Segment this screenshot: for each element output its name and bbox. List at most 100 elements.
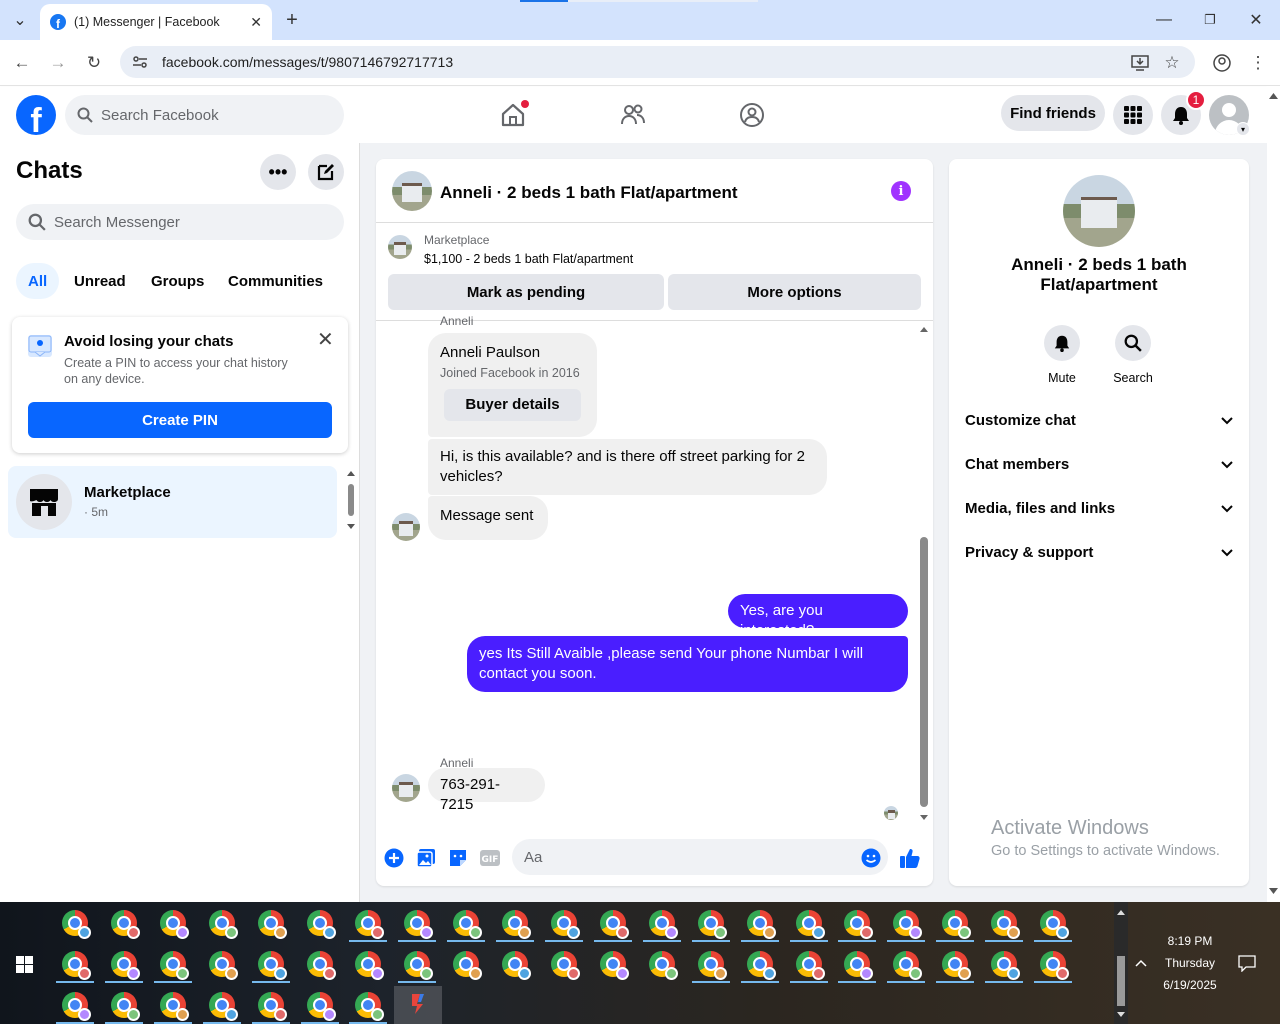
site-info-icon[interactable] (132, 54, 148, 70)
chrome-profile-icon[interactable] (746, 910, 776, 939)
chrome-profile-icon[interactable] (746, 951, 776, 980)
profile-icon[interactable] (1211, 52, 1233, 74)
info-icon[interactable]: i (891, 181, 911, 201)
back-icon[interactable]: ← (11, 52, 33, 74)
home-icon[interactable] (497, 99, 529, 131)
more-options-icon[interactable]: ••• (260, 154, 296, 190)
chrome-profile-icon[interactable] (795, 951, 825, 980)
chat-members-row[interactable]: Chat members (965, 452, 1233, 476)
browser-tab[interactable]: f (1) Messenger | Facebook ✕ (40, 4, 272, 40)
url-bar[interactable]: facebook.com/messages/t/9807146792717713 (120, 46, 1195, 78)
new-message-icon[interactable] (308, 154, 344, 190)
chrome-profile-icon[interactable] (453, 951, 483, 980)
chrome-profile-icon[interactable] (1040, 910, 1069, 939)
chrome-profile-icon[interactable] (502, 951, 532, 980)
menu-grid-icon[interactable] (1113, 95, 1153, 135)
chrome-profile-icon[interactable] (110, 992, 140, 1021)
restore-icon[interactable]: ❐ (1199, 9, 1221, 31)
chrome-profile-icon[interactable] (404, 951, 434, 980)
sender-avatar[interactable] (392, 774, 420, 802)
account-chevron-down-icon[interactable]: ▾ (1236, 122, 1250, 136)
chrome-profile-icon[interactable] (844, 951, 874, 980)
create-pin-button[interactable]: Create PIN (28, 402, 332, 438)
emoji-icon[interactable] (860, 847, 882, 869)
customize-chat-row[interactable]: Customize chat (965, 408, 1233, 432)
chrome-profile-icon[interactable] (62, 992, 91, 1021)
notification-center-icon[interactable] (1238, 954, 1256, 977)
chrome-profile-icon[interactable] (795, 910, 825, 939)
chrome-profile-icon[interactable] (502, 910, 532, 939)
chrome-profile-icon[interactable] (110, 910, 140, 939)
chrome-profile-icon[interactable] (208, 910, 238, 939)
chrome-profile-icon[interactable] (991, 910, 1021, 939)
chrome-profile-icon[interactable] (306, 992, 336, 1021)
gif-icon[interactable]: GIF (479, 847, 501, 869)
chrome-profile-icon[interactable] (942, 951, 972, 980)
search-action[interactable]: Search (1103, 325, 1163, 385)
chrome-profile-icon[interactable] (599, 910, 629, 939)
chrome-profile-icon[interactable] (257, 992, 287, 1021)
sticker-icon[interactable] (447, 847, 469, 869)
messenger-search-input[interactable]: Search Messenger (16, 204, 344, 240)
close-window-icon[interactable]: ✕ (1245, 9, 1267, 31)
message-input[interactable]: Aa (512, 839, 888, 875)
chrome-profile-icon[interactable] (942, 910, 972, 939)
chrome-profile-icon[interactable] (62, 910, 91, 939)
filter-communities[interactable]: Communities (216, 263, 335, 299)
chrome-profile-icon[interactable] (648, 910, 678, 939)
chrome-profile-icon[interactable] (110, 951, 140, 980)
chrome-profile-icon[interactable] (404, 910, 434, 939)
bookmark-star-icon[interactable]: ☆ (1161, 52, 1183, 74)
chrome-profile-icon[interactable] (697, 951, 727, 980)
friends-icon[interactable] (617, 99, 649, 131)
listing-profile-image[interactable] (1063, 175, 1135, 247)
mark-as-pending-button[interactable]: Mark as pending (388, 274, 664, 310)
chrome-profile-icon[interactable] (697, 910, 727, 939)
chrome-profile-icon[interactable] (257, 910, 287, 939)
more-options-button[interactable]: More options (668, 274, 921, 310)
taskbar-scrollbar[interactable] (1114, 902, 1128, 1024)
chat-list-item[interactable]: Marketplace · 5m (8, 466, 337, 538)
chrome-profile-icon[interactable] (159, 910, 189, 939)
chrome-profile-icon[interactable] (991, 951, 1021, 980)
listing-price-title[interactable]: $1,100 - 2 beds 1 bath Flat/apartment (424, 252, 633, 266)
facebook-logo-icon[interactable]: f (16, 95, 56, 135)
chrome-profile-icon[interactable] (62, 951, 91, 980)
chrome-profile-icon[interactable] (208, 951, 238, 980)
filter-all[interactable]: All (16, 263, 60, 299)
chrome-profile-icon[interactable] (355, 992, 385, 1021)
chrome-profile-icon[interactable] (306, 951, 336, 980)
chrome-profile-icon[interactable] (844, 910, 874, 939)
page-scrollbar[interactable] (1267, 87, 1280, 902)
chrome-profile-icon[interactable] (159, 992, 189, 1021)
chrome-profile-icon[interactable] (551, 910, 580, 939)
chrome-profile-icon[interactable] (306, 910, 336, 939)
filter-groups[interactable]: Groups (139, 263, 216, 299)
minimize-icon[interactable]: — (1153, 9, 1175, 31)
windows-start-icon[interactable] (16, 956, 33, 973)
chrome-profile-icon[interactable] (453, 910, 483, 939)
photo-gallery-icon[interactable] (415, 847, 437, 869)
privacy-support-row[interactable]: Privacy & support (965, 540, 1233, 564)
find-friends-button[interactable]: Find friends (1001, 95, 1105, 131)
chrome-profile-icon[interactable] (648, 951, 678, 980)
plus-circle-icon[interactable] (383, 847, 405, 869)
thumbs-up-icon[interactable] (899, 847, 921, 869)
buyer-details-button[interactable]: Buyer details (444, 389, 581, 421)
chrome-profile-icon[interactable] (893, 951, 923, 980)
chrome-profile-icon[interactable] (355, 951, 385, 980)
media-files-links-row[interactable]: Media, files and links (965, 496, 1233, 520)
forward-icon[interactable]: → (47, 52, 69, 74)
mute-action[interactable]: Mute (1032, 325, 1092, 385)
conversation-scrollbar[interactable] (918, 325, 930, 825)
reload-icon[interactable]: ↻ (83, 52, 105, 74)
chrome-profile-icon[interactable] (208, 992, 238, 1021)
groups-icon[interactable] (736, 99, 768, 131)
tab-search-icon[interactable]: ⌄ (9, 9, 31, 31)
system-clock[interactable]: 8:19 PM Thursday 6/19/2025 (1150, 930, 1230, 996)
listing-thumbnail[interactable] (392, 171, 432, 211)
install-app-icon[interactable] (1129, 52, 1151, 74)
close-tab-icon[interactable]: ✕ (250, 14, 262, 31)
chevron-up-icon[interactable] (1135, 954, 1147, 970)
chrome-profile-icon[interactable] (599, 951, 629, 980)
